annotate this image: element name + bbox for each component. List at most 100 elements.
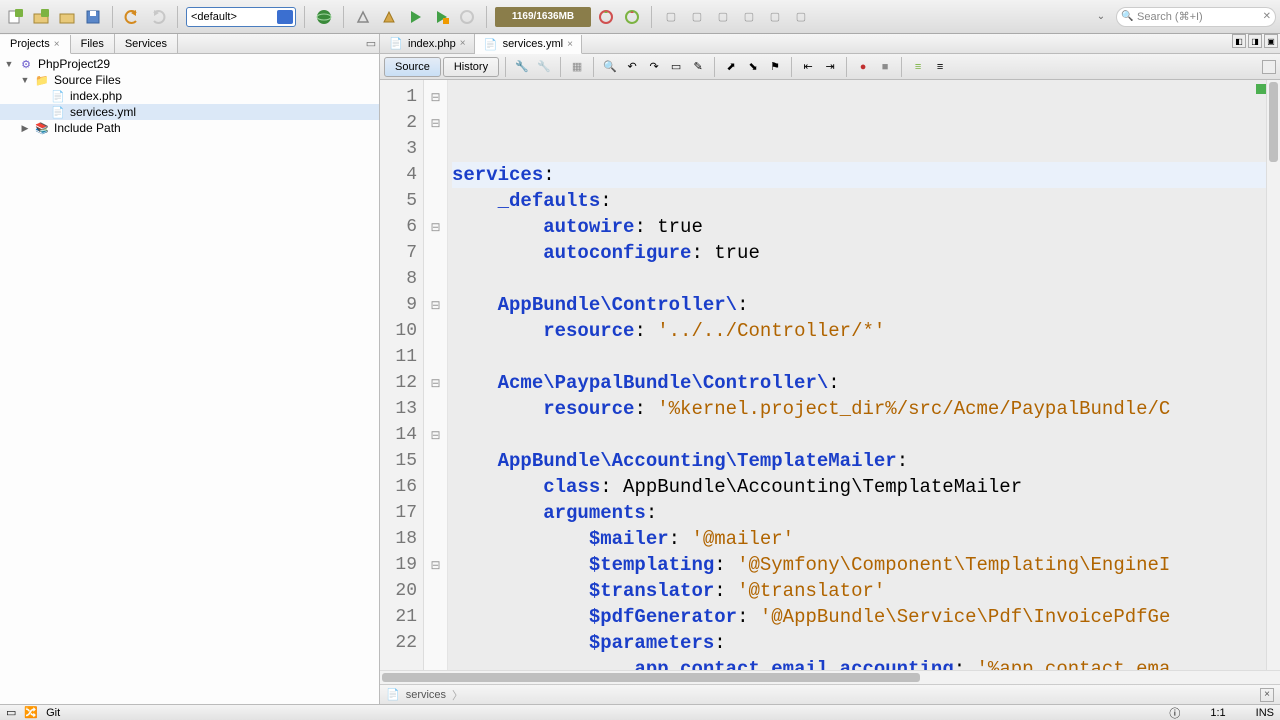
tree-file-index[interactable]: 📄index.php (0, 88, 379, 104)
fold-marker[interactable] (424, 474, 447, 500)
fold-marker[interactable]: ⊟ (424, 214, 447, 240)
project-tree[interactable]: ▼⚙PhpProject29 ▼📁Source Files 📄index.php… (0, 54, 379, 704)
tree-project-node[interactable]: ▼⚙PhpProject29 (0, 56, 379, 72)
git-label[interactable]: Git (46, 707, 60, 719)
code-line[interactable]: resource: '../../Controller/*' (452, 318, 1266, 344)
line-number-gutter[interactable]: 12345678910111213141516171819202122 (380, 80, 424, 670)
shift-left-icon[interactable]: ⇤ (798, 57, 818, 77)
tool-a-icon[interactable]: ▢ (660, 6, 682, 28)
code-line[interactable]: $translator: '@translator' (452, 578, 1266, 604)
build-icon[interactable] (352, 6, 374, 28)
horizontal-scrollbar[interactable] (380, 670, 1280, 684)
gc-icon[interactable] (595, 6, 617, 28)
fold-marker[interactable] (424, 136, 447, 162)
comment-icon[interactable]: ≡ (908, 57, 928, 77)
new-project-icon[interactable] (30, 6, 52, 28)
code-line[interactable] (452, 344, 1266, 370)
tab-services[interactable]: Services (115, 34, 178, 53)
close-icon[interactable]: × (54, 39, 60, 50)
code-editor[interactable]: services: _defaults: autowire: true auto… (448, 80, 1266, 670)
profile-icon[interactable] (456, 6, 478, 28)
breadcrumb-close-icon[interactable]: × (1260, 688, 1274, 702)
fold-marker[interactable] (424, 318, 447, 344)
save-all-icon[interactable] (82, 6, 104, 28)
fold-marker[interactable] (424, 162, 447, 188)
fold-marker[interactable] (424, 630, 447, 656)
tab-projects[interactable]: Projects× (0, 35, 71, 54)
find-icon[interactable]: 🔍 (600, 57, 620, 77)
memory-badge[interactable]: 1169/1636MB (495, 7, 591, 27)
editor-tab-services[interactable]: 📄services.yml× (475, 35, 582, 54)
mark-icon[interactable]: ✎ (688, 57, 708, 77)
code-line[interactable]: Acme\PaypalBundle\Controller\: (452, 370, 1266, 396)
fold-marker[interactable]: ⊟ (424, 84, 447, 110)
tree-source-files[interactable]: ▼📁Source Files (0, 72, 379, 88)
code-line[interactable]: app.contact.email.accounting: '%app.cont… (452, 656, 1266, 670)
maximize-icon[interactable]: ▣ (1264, 34, 1278, 48)
redo-icon[interactable] (147, 6, 169, 28)
error-stripe-marker[interactable] (1256, 84, 1266, 94)
code-line[interactable]: arguments: (452, 500, 1266, 526)
global-search-input[interactable]: Search (⌘+I) (1116, 7, 1276, 27)
source-view-button[interactable]: Source (384, 57, 441, 77)
fold-marker[interactable]: ⊟ (424, 110, 447, 136)
tool-b-icon[interactable]: ▢ (686, 6, 708, 28)
code-line[interactable] (452, 422, 1266, 448)
fold-marker[interactable] (424, 448, 447, 474)
fold-column[interactable]: ⊟⊟⊟⊟⊟⊟⊟ (424, 80, 448, 670)
code-line[interactable] (452, 266, 1266, 292)
toolbar-icon-c[interactable]: ▦ (567, 57, 587, 77)
run-icon[interactable] (404, 6, 426, 28)
minimize-panel-icon[interactable]: ▭ (363, 34, 379, 53)
config-combo[interactable]: <default> (186, 7, 296, 27)
tool-c-icon[interactable]: ▢ (712, 6, 734, 28)
fold-marker[interactable]: ⊟ (424, 552, 447, 578)
vertical-scrollbar[interactable] (1266, 80, 1280, 670)
code-line[interactable]: $templating: '@Symfony\Component\Templat… (452, 552, 1266, 578)
split-left-icon[interactable]: ◧ (1232, 34, 1246, 48)
open-icon[interactable] (56, 6, 78, 28)
code-line[interactable]: resource: '%kernel.project_dir%/src/Acme… (452, 396, 1266, 422)
macro-stop-icon[interactable]: ■ (875, 57, 895, 77)
insert-mode[interactable]: INS (1256, 707, 1274, 719)
status-output-icon[interactable]: ▭ (6, 706, 16, 719)
new-file-icon[interactable] (4, 6, 26, 28)
tab-files[interactable]: Files (71, 34, 115, 53)
browser-icon[interactable] (313, 6, 335, 28)
breadcrumb-item[interactable]: services (406, 689, 446, 701)
notifications-icon[interactable]: ⓘ (1169, 705, 1180, 720)
tree-file-services[interactable]: 📄services.yml (0, 104, 379, 120)
fold-marker[interactable] (424, 188, 447, 214)
close-icon[interactable]: × (567, 39, 573, 50)
bookmark-icon[interactable]: ⚑ (765, 57, 785, 77)
fold-marker[interactable] (424, 500, 447, 526)
find-prev-icon[interactable]: ↶ (622, 57, 642, 77)
code-line[interactable]: $parameters: (452, 630, 1266, 656)
macro-rec-icon[interactable]: ● (853, 57, 873, 77)
code-line[interactable]: autowire: true (452, 214, 1266, 240)
toolbar-icon-a[interactable]: 🔧 (512, 57, 532, 77)
split-right-icon[interactable]: ◨ (1248, 34, 1262, 48)
fold-marker[interactable] (424, 578, 447, 604)
close-icon[interactable]: × (460, 38, 466, 49)
shift-right-icon[interactable]: ⇥ (820, 57, 840, 77)
code-line[interactable]: class: AppBundle\Accounting\TemplateMail… (452, 474, 1266, 500)
fold-marker[interactable]: ⊟ (424, 292, 447, 318)
fold-marker[interactable]: ⊟ (424, 370, 447, 396)
tree-include-path[interactable]: ▶📚Include Path (0, 120, 379, 136)
editor-tab-index[interactable]: 📄index.php× (380, 34, 475, 53)
fold-marker[interactable] (424, 396, 447, 422)
toolbar-icon-b[interactable]: 🔧 (534, 57, 554, 77)
code-line[interactable]: AppBundle\Controller\: (452, 292, 1266, 318)
fold-marker[interactable] (424, 266, 447, 292)
fold-marker[interactable] (424, 526, 447, 552)
code-line[interactable]: autoconfigure: true (452, 240, 1266, 266)
code-line[interactable]: $mailer: '@mailer' (452, 526, 1266, 552)
uncomment-icon[interactable]: ≡ (930, 57, 950, 77)
toolbar-overflow-icon[interactable] (1262, 60, 1276, 74)
tool-d-icon[interactable]: ▢ (738, 6, 760, 28)
code-line[interactable]: _defaults: (452, 188, 1266, 214)
history-view-button[interactable]: History (443, 57, 499, 77)
code-line[interactable]: AppBundle\Accounting\TemplateMailer: (452, 448, 1266, 474)
debug-icon[interactable] (430, 6, 452, 28)
